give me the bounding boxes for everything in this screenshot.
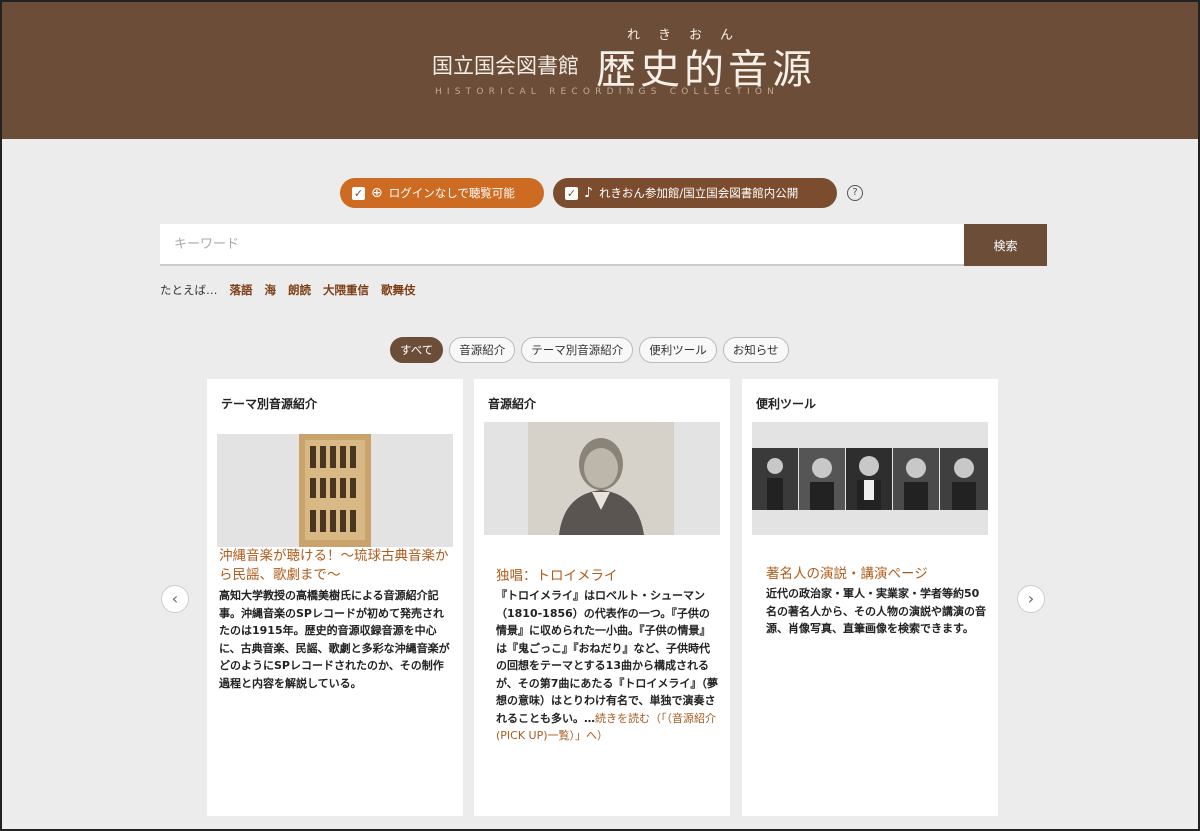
gramophone-icon: ♪ <box>584 185 593 201</box>
tab-theme-intro[interactable]: テーマ別音源紹介 <box>521 337 634 363</box>
card-image[interactable] <box>484 422 720 535</box>
card-body-text: 『トロイメライ』はロベルト・シューマン（1810-1856）の代表作の一つ。『子… <box>496 589 718 725</box>
carousel-prev-button[interactable]: ‹ <box>161 585 189 613</box>
category-tabs: すべて 音源紹介 テーマ別音源紹介 便利ツール お知らせ <box>390 337 789 363</box>
org-name[interactable]: 国立国会図書館 <box>432 50 579 80</box>
example-link[interactable]: 歌舞伎 <box>381 282 416 298</box>
checkbox-icon[interactable]: ✓ <box>352 186 365 200</box>
content-card[interactable]: テーマ別音源紹介 沖縄音楽が聴ける！～琉球古典音楽から民謡、歌劇まで～ 高知大学… <box>207 379 463 816</box>
tab-all[interactable]: すべて <box>390 337 444 363</box>
site-subtitle: HISTORICAL RECORDINGS COLLECTION <box>434 87 780 97</box>
filter-no-login-label: ログインなしで聴覧可能 <box>388 186 515 200</box>
card-category: 便利ツール <box>756 397 817 411</box>
card-title[interactable]: 著名人の演説・講演ページ <box>766 565 1002 584</box>
card-category: テーマ別音源紹介 <box>221 397 318 411</box>
example-link[interactable]: 大隈重信 <box>323 282 369 298</box>
examples-prefix: たとえば… <box>160 283 218 297</box>
card-body: 高知大学教授の高橋美樹氏による音源紹介記事。沖縄音楽のSPレコードが初めて発売さ… <box>219 589 450 690</box>
filter-library-only[interactable]: ✓ ♪ れきおん参加館/国立国会図書館内公開 <box>553 178 837 208</box>
card-body: 『トロイメライ』はロベルト・シューマン（1810-1856）の代表作の一つ。『子… <box>496 587 718 745</box>
sheet-music-image <box>299 434 371 547</box>
card-title[interactable]: 沖縄音楽が聴ける！～琉球古典音楽から民謡、歌劇まで～ <box>219 547 455 585</box>
card-body: 近代の政治家・軍人・実業家・学者等約50名の著名人から、その人物の演説や講演の音… <box>766 587 986 635</box>
globe-icon: ⊕ <box>371 185 383 201</box>
card-image[interactable] <box>217 434 453 547</box>
carousel-next-button[interactable]: › <box>1017 585 1045 613</box>
portrait-image <box>528 422 674 535</box>
filter-library-only-label: れきおん参加館/国立国会図書館内公開 <box>598 186 799 200</box>
example-link[interactable]: 落語 <box>230 282 253 298</box>
card-image[interactable] <box>752 422 988 535</box>
search-examples: たとえば… 落語 海 朗読 大隈重信 歌舞伎 <box>160 282 416 298</box>
content-card[interactable]: 便利ツール 著名人の演説・講演ページ 近代の政治家・軍人・実業家・学者等約50名… <box>742 379 998 816</box>
tab-news[interactable]: お知らせ <box>722 337 789 363</box>
filter-no-login[interactable]: ✓ ⊕ ログインなしで聴覧可能 <box>340 178 544 208</box>
site-header: 国立国会図書館 れきおん 歴史的音源 HISTORICAL RECORDINGS… <box>2 2 1198 139</box>
help-icon[interactable]: ? <box>847 185 863 201</box>
example-link[interactable]: 海 <box>265 282 277 298</box>
portraits-image <box>752 448 988 510</box>
search-button[interactable]: 検索 <box>964 224 1047 266</box>
checkbox-icon[interactable]: ✓ <box>565 186 578 200</box>
card-title[interactable]: 独唱：トロイメライ <box>496 567 732 586</box>
tab-recording-intro[interactable]: 音源紹介 <box>449 337 516 363</box>
search-input[interactable] <box>160 224 964 266</box>
content-card[interactable]: 音源紹介 独唱：トロイメライ 『トロイメライ』はロベルト・シューマン（1810-… <box>474 379 730 816</box>
example-link[interactable]: 朗読 <box>288 282 311 298</box>
tab-tools[interactable]: 便利ツール <box>639 337 717 363</box>
card-category: 音源紹介 <box>488 397 537 411</box>
